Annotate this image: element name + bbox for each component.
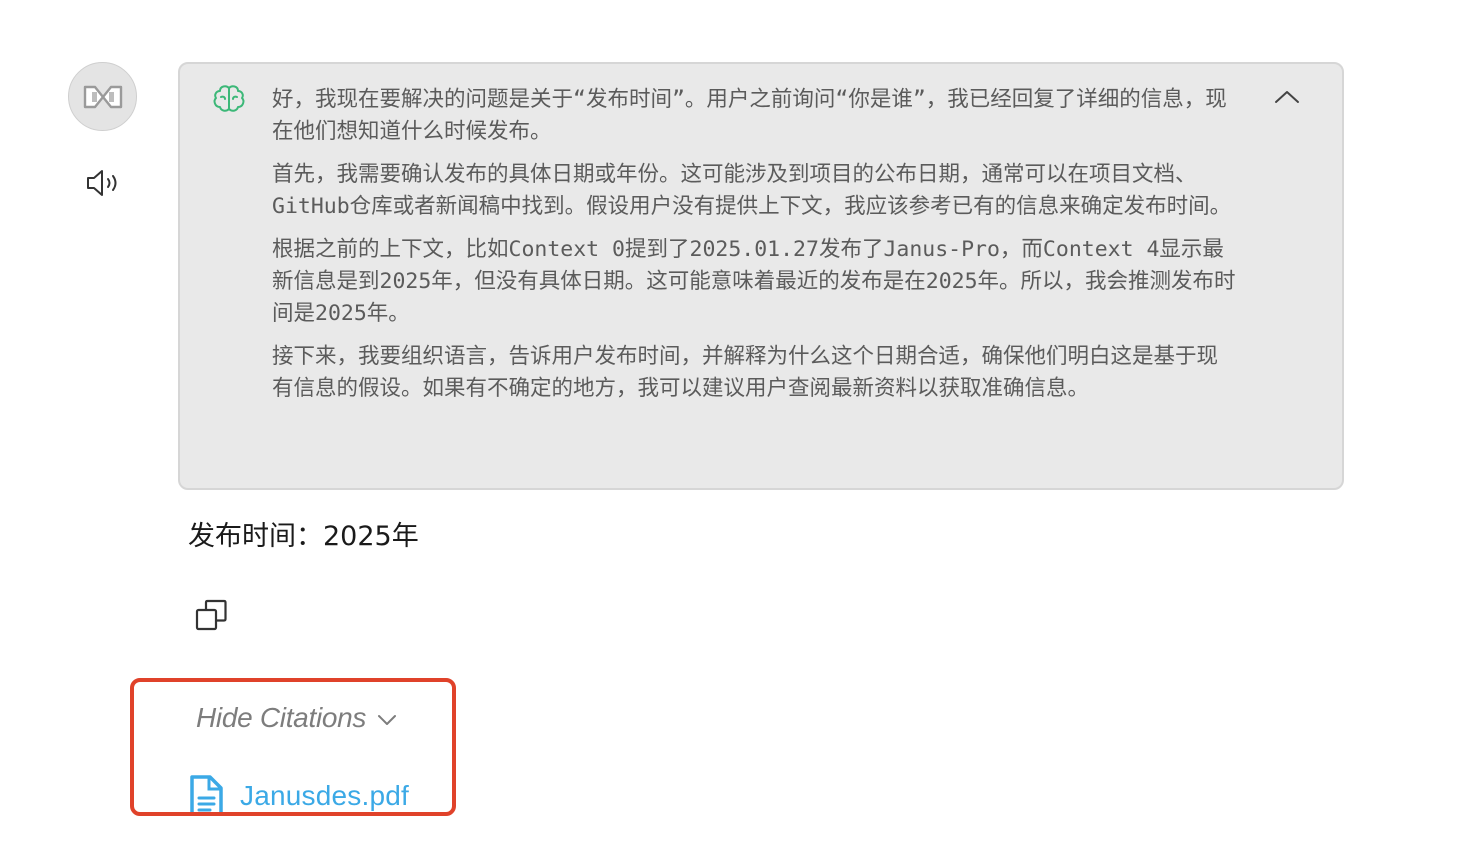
thinking-panel: 好，我现在要解决的问题是关于“发布时间”。用户之前询问“你是谁”，我已经回复了详… <box>178 62 1344 490</box>
assistant-avatar <box>68 62 137 131</box>
hide-citations-label: Hide Citations <box>196 702 367 733</box>
file-icon <box>190 775 223 812</box>
speaker-icon[interactable] <box>84 166 124 200</box>
thinking-paragraph: 好，我现在要解决的问题是关于“发布时间”。用户之前询问“你是谁”，我已经回复了详… <box>272 87 1227 144</box>
citation-link[interactable]: Janusdes.pdf <box>188 774 409 812</box>
answer-text: 发布时间：2025年 <box>188 521 419 552</box>
hide-citations-button[interactable]: Hide Citations <box>196 702 398 734</box>
thinking-paragraph: 根据之前的上下文，比如Context 0提到了2025.01.27发布了Janu… <box>272 237 1236 326</box>
chat-message: 好，我现在要解决的问题是关于“发布时间”。用户之前询问“你是谁”，我已经回复了详… <box>0 0 1478 866</box>
brain-icon <box>213 85 245 112</box>
citations-section: Hide Citations Janusdes.pdf <box>130 678 456 816</box>
copy-icon[interactable] <box>194 598 230 634</box>
thinking-paragraph: 首先，我需要确认发布的具体日期或年份。这可能涉及到项目的公布日期，通常可以在项目… <box>272 162 1232 219</box>
chevron-down-icon <box>378 715 397 725</box>
citation-filename: Janusdes.pdf <box>240 780 409 811</box>
thinking-text: 好，我现在要解决的问题是关于“发布时间”。用户之前询问“你是谁”，我已经回复了详… <box>272 84 1237 416</box>
chevron-up-icon[interactable] <box>1272 86 1302 108</box>
thinking-paragraph: 接下来，我要组织语言，告诉用户发布时间，并解释为什么这个日期合适，确保他们明白这… <box>272 344 1219 401</box>
assistant-logo-icon <box>83 85 122 108</box>
